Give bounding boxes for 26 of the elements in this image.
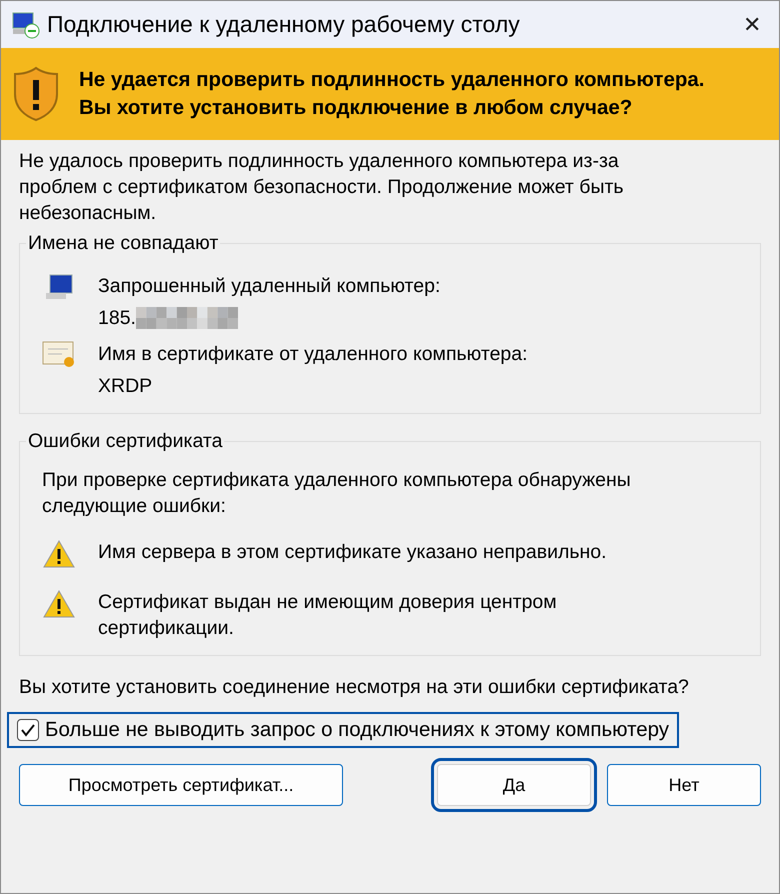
warning-icon — [42, 539, 76, 569]
certificate-icon — [42, 341, 76, 369]
checkbox-row[interactable]: Больше не выводить запрос о подключениях к этому компьютеру — [9, 714, 678, 746]
check-icon — [20, 723, 36, 737]
item-label: Запрошенный удаленный компьютер: — [98, 274, 440, 299]
checkbox-label: Больше не выводить запрос о подключениях к этому компьютеру — [45, 717, 670, 743]
warning-heading: Вы хотите установить подключение в любом случае? — [79, 96, 634, 120]
checkbox[interactable] — [17, 719, 39, 741]
dialog-button[interactable]: Нет — [607, 764, 761, 806]
item-label: Сертификат выдан не имеющим доверия центром сертификации. — [98, 590, 558, 641]
item-label: Имя сервера в этом сертификате указано неправильно. — [98, 540, 607, 565]
window-title: Подключение к удаленному рабочему столу — [47, 11, 521, 38]
group-title: Ошибки сертификата — [27, 430, 224, 453]
warning-heading: Не удается проверить подлинность удаленного компьютера. — [79, 68, 704, 92]
group-title: Имена не совпадают — [27, 232, 220, 255]
description-text: Не удалось проверить подлинность удаленного компьютера из-за проблем с сертификатом безопасности. Продолжение может быть небезопасным. — [19, 149, 625, 226]
dialog-button[interactable]: Просмотреть сертификат... — [19, 764, 343, 806]
item-label: Имя в сертификате от удаленного компьютера: — [98, 342, 528, 367]
item-value: XRDP — [98, 374, 152, 399]
question-text: Вы хотите установить соединение несмотря на эти ошибки сертификата? — [19, 675, 690, 700]
group-intro-text: При проверке сертификата удаленного компьютера обнаружены следующие ошибки: — [42, 468, 632, 519]
close-button[interactable]: ✕ — [725, 1, 779, 48]
remote-desktop-icon — [11, 10, 41, 38]
item-value: 185. — [98, 306, 136, 331]
warning-icon — [42, 589, 76, 619]
shield-warning-icon — [13, 66, 59, 122]
